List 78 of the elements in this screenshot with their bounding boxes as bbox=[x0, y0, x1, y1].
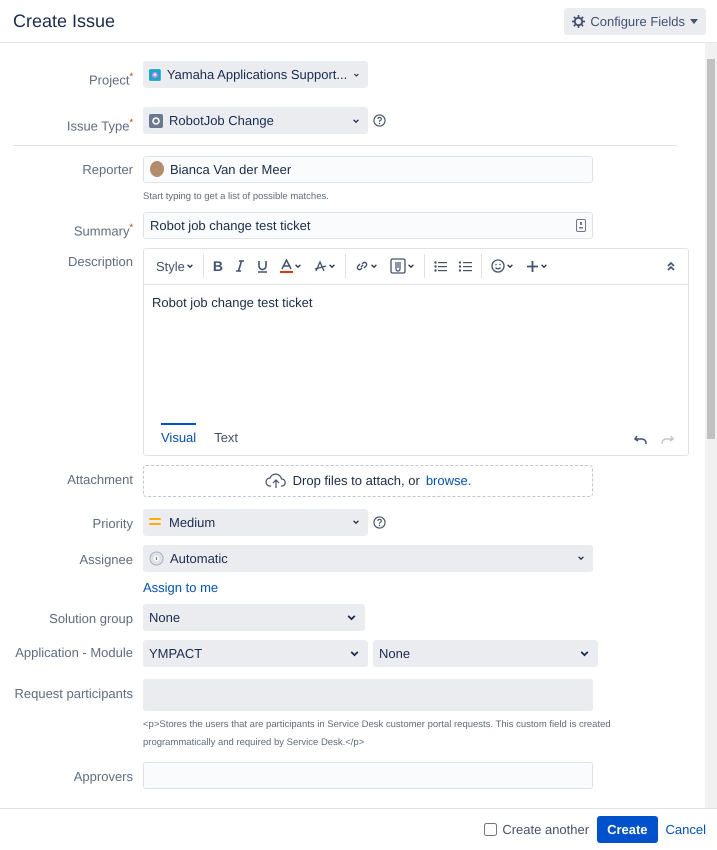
chevron-down-icon bbox=[353, 70, 360, 79]
field-label: Solution group bbox=[48, 610, 133, 628]
cancel-link[interactable]: Cancel bbox=[666, 822, 706, 837]
user-picker-field[interactable]: Bianca Van der Meer bbox=[143, 156, 593, 183]
chevron-down-icon bbox=[352, 518, 360, 526]
dialog-title: Create Issue bbox=[13, 10, 116, 32]
priority-medium-icon bbox=[149, 517, 163, 528]
drop-files-text: Drop files to attach, or bbox=[292, 473, 420, 488]
emoji-icon[interactable] bbox=[491, 259, 506, 274]
underline-icon[interactable] bbox=[257, 260, 268, 273]
browse-link[interactable]: browse. bbox=[426, 473, 472, 488]
attachment-icon[interactable] bbox=[390, 258, 406, 274]
chevron-down-icon bbox=[370, 262, 378, 270]
editor-text: Robot job change test ticket bbox=[152, 294, 314, 310]
create-another-checkbox[interactable]: Create another bbox=[480, 820, 590, 839]
chevron-down-icon bbox=[352, 116, 360, 125]
field-label: Assignee bbox=[78, 550, 133, 569]
field-label: Description bbox=[66, 252, 133, 271]
chevron-down-icon bbox=[186, 262, 194, 270]
clear-formatting-icon[interactable] bbox=[314, 260, 328, 273]
select-field[interactable]: None bbox=[143, 604, 365, 631]
undo-icon[interactable] bbox=[634, 434, 647, 445]
chevron-down-icon bbox=[294, 262, 302, 270]
issue-type-icon bbox=[149, 114, 163, 128]
rich-text-editor[interactable]: Style B Robot job change test ticket Visual Text bbox=[143, 248, 689, 456]
field-label: Approvers bbox=[72, 768, 133, 786]
field-label: Priority bbox=[92, 514, 133, 533]
text-color-icon[interactable] bbox=[280, 259, 294, 274]
field-label: Project$^{*}$ bbox=[88, 70, 133, 88]
italic-icon[interactable] bbox=[235, 260, 246, 272]
chevron-down-icon bbox=[577, 554, 585, 562]
select-field[interactable]: RobotJob Change bbox=[143, 107, 368, 134]
chevron-down-icon bbox=[506, 262, 514, 270]
unknown-user-icon bbox=[149, 550, 164, 566]
style-dropdown[interactable]: Style bbox=[150, 258, 200, 274]
file-drop-zone[interactable]: Drop files to attach, or browse. bbox=[143, 464, 593, 497]
numbered-list-icon[interactable] bbox=[459, 260, 472, 272]
text-field[interactable] bbox=[143, 762, 593, 789]
select-field[interactable]: Automatic bbox=[143, 544, 593, 572]
scrollbar-thumb[interactable] bbox=[707, 59, 715, 439]
chevron-down-icon bbox=[540, 262, 548, 270]
field-label: Summary$^{*}$ bbox=[72, 220, 133, 239]
collapse-icon[interactable] bbox=[666, 260, 676, 272]
required-mark: * bbox=[129, 222, 133, 232]
required-mark: * bbox=[129, 117, 133, 128]
editor-mode-tab[interactable]: Text bbox=[214, 422, 238, 445]
field-label: Attachment bbox=[66, 470, 133, 489]
chevron-down-icon bbox=[407, 262, 416, 270]
required-mark: * bbox=[129, 71, 133, 81]
project-icon bbox=[149, 68, 161, 82]
field-description: <p>Stores the users that are participants in Service Desk customer portal requests. This custom field is created programmatically and required by Service Desk.</p> bbox=[143, 718, 612, 750]
caret-icon bbox=[690, 18, 698, 24]
configure-fields-button[interactable]: Configure Fields bbox=[564, 8, 706, 34]
plus-icon[interactable] bbox=[526, 260, 540, 273]
link-icon[interactable] bbox=[355, 259, 370, 274]
document-icon bbox=[576, 218, 586, 232]
chevron-down-icon bbox=[328, 262, 336, 270]
field-label: Application - Module bbox=[14, 644, 133, 662]
help-icon[interactable] bbox=[373, 114, 386, 128]
settings-icon bbox=[572, 14, 586, 28]
editor-mode-tab[interactable]: Visual bbox=[161, 422, 196, 445]
create-button[interactable]: Create bbox=[597, 816, 658, 843]
field-label: Reporter bbox=[81, 160, 133, 179]
assign-to-me-link[interactable]: Assign to me bbox=[143, 580, 218, 595]
checkbox[interactable] bbox=[484, 823, 498, 836]
select-field[interactable]: Medium bbox=[143, 508, 368, 536]
field-hint: Start typing to get a list of possible matches. bbox=[143, 190, 329, 204]
select-field[interactable]: Yamaha Applications Support... bbox=[143, 61, 368, 88]
bullet-list-icon[interactable] bbox=[434, 260, 448, 272]
bold-button[interactable]: B bbox=[212, 258, 224, 274]
select-field[interactable]: None bbox=[373, 640, 598, 667]
field-label: Request participants bbox=[13, 684, 133, 703]
help-icon[interactable] bbox=[373, 516, 386, 529]
select-field[interactable]: YMPACT bbox=[143, 640, 368, 667]
text-field[interactable]: Robot job change test ticket bbox=[143, 212, 593, 239]
field-label: Issue Type$^{*}$ bbox=[66, 116, 133, 135]
avatar-placeholder bbox=[150, 161, 164, 178]
cloud-upload-icon bbox=[264, 472, 287, 489]
